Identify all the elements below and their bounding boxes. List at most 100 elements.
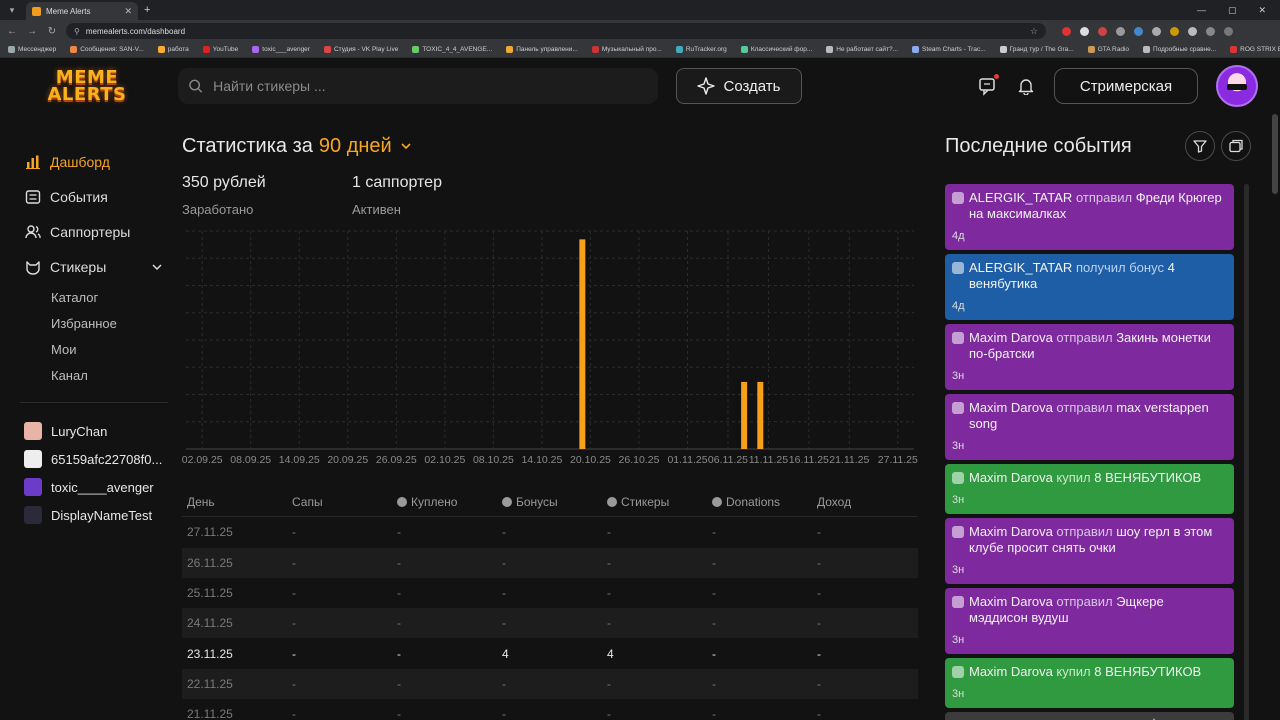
- chat-icon[interactable]: [976, 74, 1000, 98]
- x-tick-label: 08.09.25: [230, 454, 271, 466]
- bookmark-item[interactable]: Сообщения: SAN-V...: [70, 46, 144, 53]
- bell-icon[interactable]: [1014, 74, 1038, 98]
- sidebar-item-supporters[interactable]: Саппортеры: [24, 214, 182, 249]
- channel-avatar: [24, 450, 42, 468]
- table-cell: -: [292, 525, 296, 540]
- bookmark-item[interactable]: Не работает сайт?...: [826, 46, 898, 53]
- search-box[interactable]: [178, 68, 658, 104]
- stats-period: 90 дней: [318, 134, 392, 157]
- sidebar-item-label: Стикеры: [50, 258, 107, 275]
- bookmark-item[interactable]: toxic___avenger: [252, 46, 310, 53]
- table-cell: -: [817, 525, 821, 540]
- chevron-down-icon: [400, 135, 412, 158]
- bookmark-item[interactable]: Классический фор...: [740, 46, 812, 53]
- maximize-icon[interactable]: ▢: [1228, 5, 1237, 16]
- channel-item[interactable]: DisplayNameTest: [24, 501, 182, 529]
- bookmark-item[interactable]: работа: [157, 46, 189, 53]
- earned-label: Заработано: [182, 202, 254, 217]
- chevron-down-icon[interactable]: [152, 259, 162, 275]
- sidebar-subitem-catalog[interactable]: Каталог: [24, 284, 182, 310]
- site-info-icon[interactable]: ⚲: [74, 27, 80, 36]
- extension-icon[interactable]: [1062, 26, 1071, 36]
- chart-bar[interactable]: [741, 381, 748, 449]
- bookmark-item[interactable]: TOXIC_4_4_AVENGE...: [412, 46, 492, 53]
- bookmark-label: Подробные сравне...: [1153, 46, 1217, 53]
- puzzle-icon[interactable]: [1206, 26, 1215, 36]
- sidebar-subitem-mine[interactable]: Мои: [24, 336, 182, 362]
- channel-avatar: [24, 478, 42, 496]
- forward-icon[interactable]: →: [26, 26, 38, 37]
- bookmark-item[interactable]: YouTube: [202, 46, 238, 53]
- event-user: ALERGIK_TATAR: [969, 260, 1073, 275]
- extension-icon[interactable]: [1098, 26, 1107, 36]
- sidebar-item-events[interactable]: События: [24, 179, 182, 214]
- sidebar-subitem-favorites[interactable]: Избранное: [24, 310, 182, 336]
- close-window-icon[interactable]: ✕: [1258, 5, 1266, 16]
- bookmark-item[interactable]: Панель управлени...: [506, 46, 578, 53]
- table-cell: -: [397, 586, 401, 601]
- bookmark-item[interactable]: GTA Radio: [1087, 46, 1129, 53]
- tab-close-icon[interactable]: ✕: [124, 6, 132, 17]
- table-cell: -: [712, 646, 716, 661]
- events-scrollbar[interactable]: [1244, 184, 1249, 720]
- bookmark-item[interactable]: Steam Charts - Trac...: [912, 46, 986, 53]
- browser-tab[interactable]: Meme Alerts ✕: [26, 2, 138, 20]
- bookmark-item[interactable]: Студия - VK Play Live: [323, 46, 398, 53]
- event-card[interactable]: Maxim Darova купил 8 ВЕНЯБУТИКОВ 3н: [945, 658, 1234, 708]
- chart-bar[interactable]: [579, 239, 586, 449]
- table-cell: -: [502, 525, 506, 540]
- x-tick-label: 26.09.25: [376, 454, 417, 466]
- extension-icon[interactable]: [1188, 26, 1197, 36]
- event-card[interactable]: ALERGIK_TATAR получил бонус 4 венябутика…: [945, 254, 1234, 320]
- list-icon: [24, 188, 42, 206]
- back-icon[interactable]: ←: [6, 26, 18, 37]
- bookmark-item[interactable]: Подробные сравне...: [1143, 46, 1216, 53]
- stats-period-selector[interactable]: Статистика за 90 дней: [182, 134, 918, 158]
- extension-icon[interactable]: [1152, 26, 1161, 36]
- bookmark-item[interactable]: Мессенджер: [8, 46, 56, 53]
- event-card[interactable]: Maxim Darova отправил max verstappen son…: [945, 394, 1234, 460]
- column-header-label: Куплено: [411, 494, 458, 509]
- event-card[interactable]: Ваш стикер одобрен bb bass 💧: [945, 712, 1234, 720]
- search-input[interactable]: [213, 78, 648, 94]
- table-cell: -: [607, 586, 611, 601]
- reload-icon[interactable]: ↻: [46, 26, 58, 37]
- bookmark-item[interactable]: ROG STRIX B650E-E...: [1230, 46, 1280, 53]
- event-card[interactable]: Maxim Darova купил 8 ВЕНЯБУТИКОВ 3н: [945, 464, 1234, 514]
- filter-button[interactable]: [1185, 131, 1215, 161]
- channel-item[interactable]: 65159afc22708f0...: [24, 445, 182, 473]
- chart-bar[interactable]: [757, 381, 764, 449]
- extension-icon[interactable]: [1134, 26, 1143, 36]
- sidebar-item-dashboard[interactable]: Дашборд: [24, 144, 182, 179]
- sidebar-item-stickers[interactable]: Стикеры: [24, 249, 182, 284]
- event-time: 4д: [952, 230, 965, 242]
- bookmark-item[interactable]: Музыкальный про...: [591, 46, 662, 53]
- event-card[interactable]: Maxim Darova отправил Закинь монетки по-…: [945, 324, 1234, 390]
- bookmark-item[interactable]: Гранд тур / The Gra...: [999, 46, 1074, 53]
- table-cell: -: [292, 707, 296, 720]
- user-avatar[interactable]: [1216, 65, 1258, 107]
- extension-icon[interactable]: [1080, 26, 1089, 36]
- menu-icon[interactable]: [1224, 26, 1233, 36]
- create-button[interactable]: Создать: [676, 68, 802, 104]
- extension-icon[interactable]: [1170, 26, 1179, 36]
- tab-search-icon[interactable]: ▾: [4, 2, 20, 18]
- channel-item[interactable]: LuryChan: [24, 417, 182, 445]
- streamer-button[interactable]: Стримерская: [1054, 68, 1198, 104]
- column-header: Доход: [812, 495, 917, 509]
- page-scrollbar[interactable]: [1272, 114, 1278, 194]
- sidebar-subitem-channel[interactable]: Канал: [24, 362, 182, 388]
- bookmark-item[interactable]: RuTracker.org: [675, 46, 727, 53]
- new-tab-icon[interactable]: +: [144, 4, 150, 16]
- minimize-icon[interactable]: —: [1197, 5, 1206, 16]
- event-card[interactable]: Maxim Darova отправил шоу герл в этом кл…: [945, 518, 1234, 584]
- meme-alerts-logo[interactable]: MEME ALERTS: [46, 62, 128, 110]
- channel-item[interactable]: toxic____avenger: [24, 473, 182, 501]
- address-bar[interactable]: ⚲ memealerts.com/dashboard ☆: [66, 23, 1046, 39]
- users-icon: [24, 223, 42, 241]
- event-card[interactable]: Maxim Darova отправил Эщкере мэддисон ву…: [945, 588, 1234, 654]
- popout-button[interactable]: [1221, 131, 1251, 161]
- bookmark-star-icon[interactable]: ☆: [1030, 26, 1038, 37]
- event-card[interactable]: ALERGIK_TATAR отправил Фреди Крюгер на м…: [945, 184, 1234, 250]
- extension-icon[interactable]: [1116, 26, 1125, 36]
